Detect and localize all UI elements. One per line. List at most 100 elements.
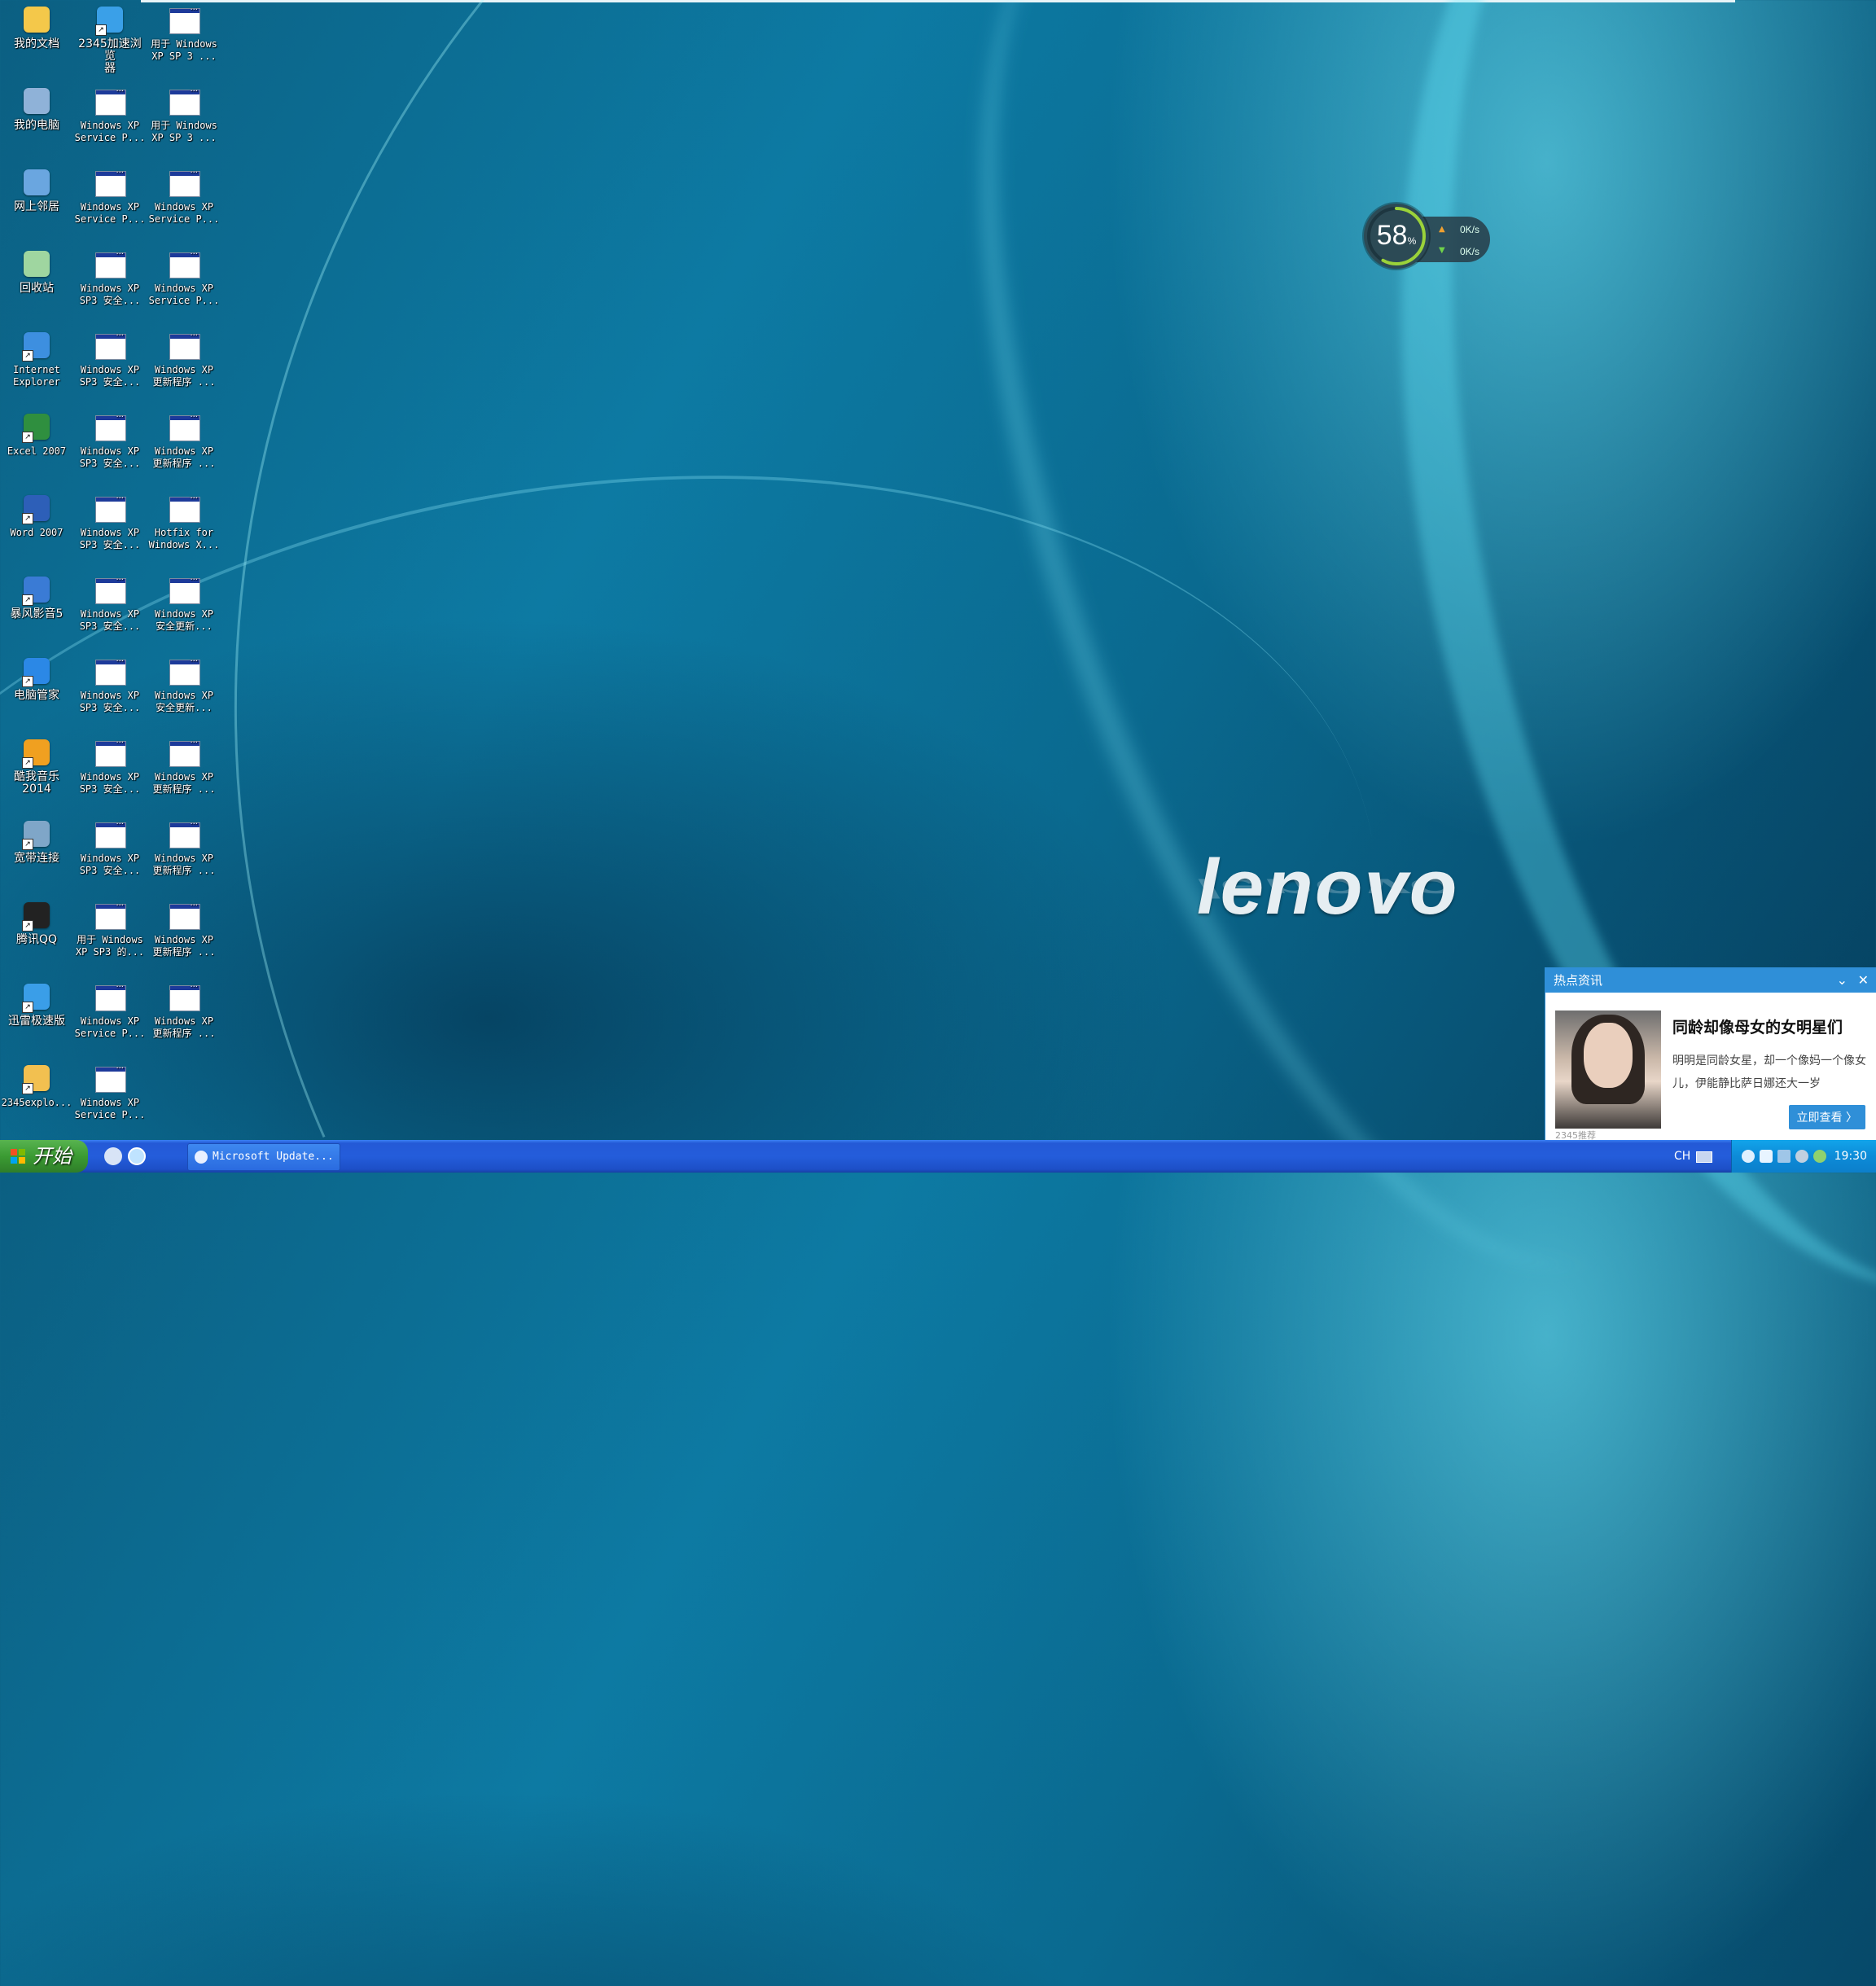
icon-body — [24, 88, 50, 114]
desktop-icon[interactable]: Windows XP Service P... — [73, 1062, 147, 1121]
network-speed-widget[interactable]: 58% ▲ ▼ 0K/s 0K/s — [1364, 204, 1490, 274]
window-frame — [169, 411, 200, 441]
desktop-icon[interactable]: Windows XP 更新程序 ... — [147, 818, 221, 877]
desktop-icon[interactable]: 网上邻居 — [0, 166, 73, 213]
installer-window-icon — [168, 166, 200, 199]
desktop-icon[interactable]: ↗ 电脑管家 — [0, 655, 73, 702]
installer-window-icon — [94, 85, 126, 117]
desktop-icon[interactable]: 我的文档 — [0, 3, 73, 50]
news-popup[interactable]: 热点资讯 ⌄ ✕ 2345推荐 同龄却像母女的女明星们 明明是同龄女星，却一个像… — [1545, 967, 1876, 1142]
collapse-icon[interactable]: ⌄ — [1837, 968, 1848, 993]
news-headline[interactable]: 同龄却像母女的女明星们 — [1672, 1015, 1843, 1037]
shortcut-arrow-icon: ↗ — [22, 920, 33, 932]
installer-window-icon — [168, 329, 200, 362]
desktop-icon[interactable]: ↗ 宽带连接 — [0, 818, 73, 865]
desktop-icon[interactable]: Windows XP SP3 安全... — [73, 736, 147, 796]
clock[interactable]: 19:30 — [1834, 1140, 1867, 1173]
installer-window-icon — [168, 85, 200, 117]
desktop-icon[interactable]: 用于 Windows XP SP 3 ... — [147, 3, 221, 63]
desktop-icon-label: Windows XP SP3 安全... — [79, 364, 141, 388]
window-frame — [95, 330, 126, 360]
desktop-icon[interactable]: Windows XP 更新程序 ... — [147, 980, 221, 1040]
tray-security-icon[interactable] — [1813, 1150, 1826, 1163]
desktop-icon[interactable]: Windows XP 更新程序 ... — [147, 329, 221, 388]
memory-usage-ring[interactable]: 58% — [1364, 204, 1429, 269]
tray-browser-icon[interactable] — [1742, 1150, 1755, 1163]
desktop-icon[interactable]: 我的电脑 — [0, 85, 73, 132]
tray-shield-icon[interactable] — [1760, 1150, 1773, 1163]
tray-volume-icon[interactable] — [1795, 1150, 1808, 1163]
desktop-icon[interactable]: Windows XP 更新程序 ... — [147, 899, 221, 958]
window-frame — [169, 574, 200, 604]
installer-window-icon — [168, 980, 200, 1013]
ime-indicator[interactable]: CH — [1674, 1140, 1690, 1173]
view-now-button[interactable]: 立即查看 〉 — [1788, 1105, 1865, 1129]
baofeng-player-icon: ↗ — [20, 573, 53, 606]
shortcut-arrow-icon: ↗ — [22, 594, 33, 606]
desktop-icon[interactable]: 用于 Windows XP SP3 的... — [73, 899, 147, 958]
quicklaunch-desktop-icon[interactable] — [104, 1147, 122, 1165]
icon-body — [24, 7, 50, 33]
quicklaunch-browser-icon[interactable] — [128, 1147, 146, 1165]
window-frame — [95, 574, 126, 604]
window-frame — [95, 981, 126, 1011]
desktop-icon[interactable]: Windows XP 安全更新... — [147, 655, 221, 714]
desktop-icon[interactable]: Windows XP SP3 安全... — [73, 248, 147, 307]
desktop-icon[interactable]: Windows XP SP3 安全... — [73, 818, 147, 877]
windows-flag-icon — [11, 1149, 25, 1164]
desktop-icon[interactable]: Windows XP SP3 安全... — [73, 329, 147, 388]
desktop-icon-label: 暴风影音5 — [10, 607, 64, 620]
desktop-icon[interactable]: Windows XP SP3 安全... — [73, 573, 147, 633]
desktop-icon[interactable]: ↗ Excel 2007 — [0, 410, 73, 458]
desktop-icon-label: Windows XP 更新程序 ... — [152, 934, 216, 958]
desktop-icon[interactable]: ↗ 暴风影音5 — [0, 573, 73, 620]
tray-network-icon[interactable] — [1777, 1150, 1791, 1163]
kuwo-music-icon: ↗ — [20, 736, 53, 769]
pc-manager-icon: ↗ — [20, 655, 53, 687]
desktop-icon-label: 回收站 — [20, 282, 54, 295]
desktop-icon[interactable]: ↗ 酷我音乐 2014 — [0, 736, 73, 796]
start-button[interactable]: 开始 — [0, 1140, 88, 1173]
desktop-icon[interactable]: ↗ 2345加速浏览 器 — [73, 3, 147, 75]
desktop-icon-label: 用于 Windows XP SP 3 ... — [151, 38, 217, 62]
news-thumbnail[interactable]: 2345推荐 — [1555, 1011, 1661, 1141]
desktop-icon[interactable]: Windows XP Service P... — [73, 166, 147, 226]
system-tray: 19:30 — [1731, 1140, 1876, 1173]
desktop-icon[interactable]: ↗ 2345explo... — [0, 1062, 73, 1109]
desktop-icon-label: Internet Explorer — [13, 364, 60, 388]
desktop-icon[interactable]: 回收站 — [0, 248, 73, 295]
desktop-icon[interactable]: Windows XP SP3 安全... — [73, 410, 147, 470]
desktop-icon[interactable]: Windows XP Service P... — [73, 85, 147, 144]
keyboard-icon[interactable] — [1696, 1151, 1712, 1163]
desktop-icon[interactable]: Windows XP 安全更新... — [147, 573, 221, 633]
desktop-icon[interactable]: ↗ 腾讯QQ — [0, 899, 73, 946]
installer-window-icon — [94, 818, 126, 850]
desktop-icon-label: Windows XP 安全更新... — [154, 608, 214, 632]
desktop-icon[interactable]: Windows XP Service P... — [73, 980, 147, 1040]
shortcut-arrow-icon: ↗ — [22, 757, 33, 769]
upload-arrow-icon: ▲ — [1439, 225, 1445, 234]
desktop-icon[interactable]: Windows XP Service P... — [147, 248, 221, 307]
desktop-icon[interactable]: Windows XP SP3 安全... — [73, 492, 147, 551]
shortcut-arrow-icon: ↗ — [22, 676, 33, 687]
desktop-icon-label: Windows XP Service P... — [74, 1015, 146, 1039]
window-frame — [169, 248, 200, 278]
desktop-icon[interactable]: ↗ Word 2007 — [0, 492, 73, 539]
desktop-icon[interactable]: Windows XP Service P... — [147, 166, 221, 226]
taskbar-item-microsoft-update[interactable]: Microsoft Update... — [187, 1143, 340, 1171]
desktop-icon-label: Windows XP SP3 安全... — [79, 690, 141, 713]
desktop-icon[interactable]: Windows XP 更新程序 ... — [147, 410, 221, 470]
broadband-icon: ↗ — [20, 818, 53, 850]
window-frame — [95, 655, 126, 686]
installer-window-icon — [168, 655, 200, 687]
installer-window-icon — [94, 166, 126, 199]
desktop-icon[interactable]: Windows XP 更新程序 ... — [147, 736, 221, 796]
desktop-icon[interactable]: ↗ Internet Explorer — [0, 329, 73, 388]
desktop-icon[interactable]: Hotfix for Windows X... — [147, 492, 221, 551]
qq-icon: ↗ — [20, 899, 53, 932]
close-icon[interactable]: ✕ — [1858, 968, 1869, 993]
desktop-icon[interactable]: Windows XP SP3 安全... — [73, 655, 147, 714]
desktop-icon-label: 腾讯QQ — [15, 933, 58, 946]
desktop-icon[interactable]: ↗ 迅雷极速版 — [0, 980, 73, 1028]
desktop-icon[interactable]: 用于 Windows XP SP 3 ... — [147, 85, 221, 144]
